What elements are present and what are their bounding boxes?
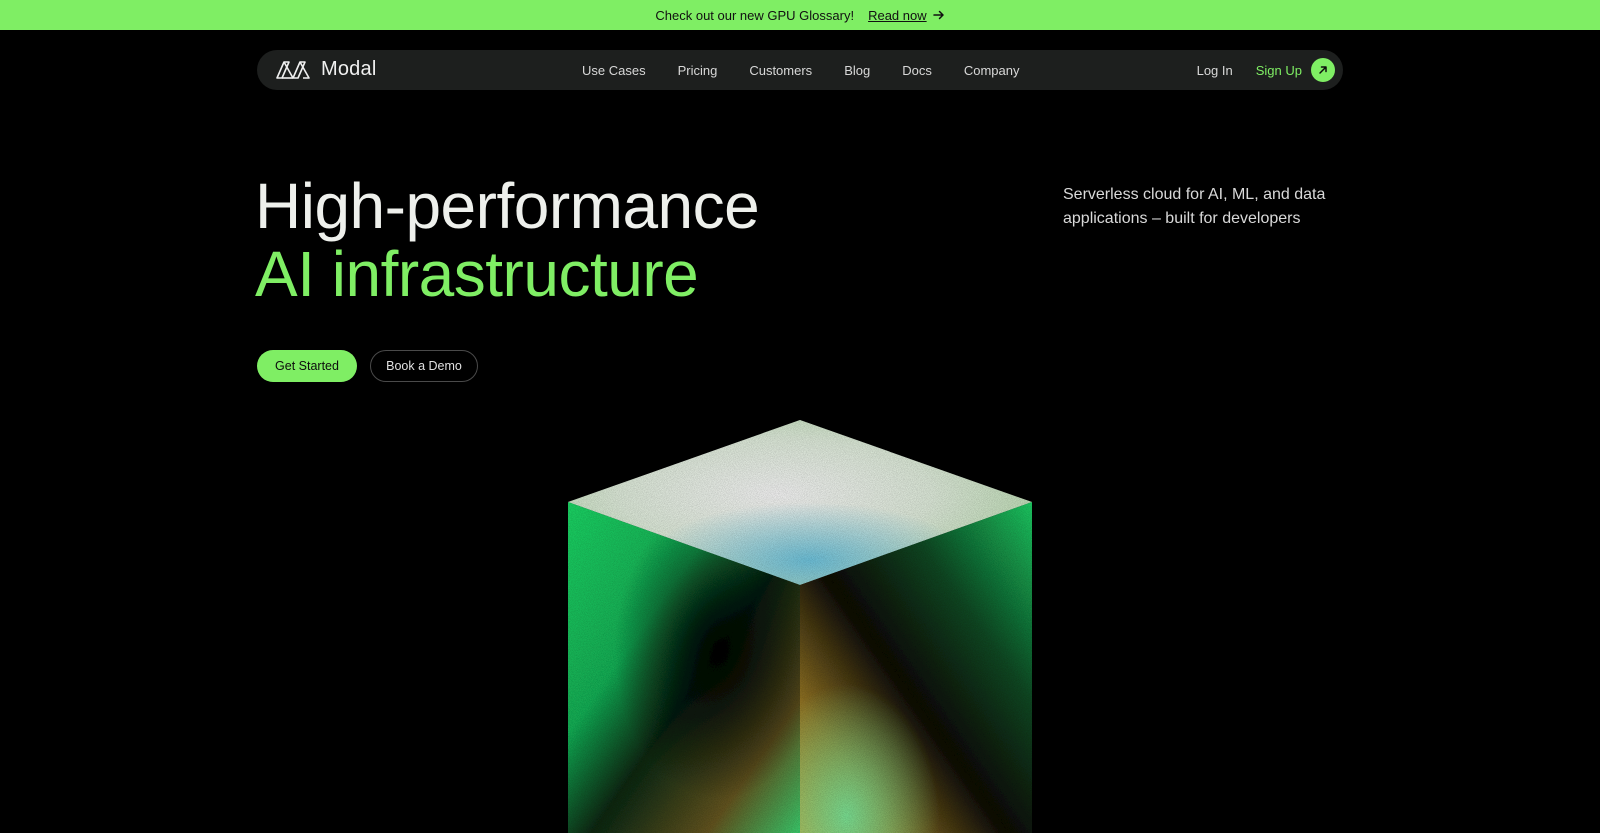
- logo-text: Modal: [321, 58, 377, 80]
- get-started-button[interactable]: Get Started: [257, 350, 357, 382]
- nav-link-company[interactable]: Company: [948, 63, 1036, 78]
- main-navbar: Modal Use Cases Pricing Customers Blog D…: [257, 50, 1343, 90]
- nav-links: Use Cases Pricing Customers Blog Docs Co…: [566, 50, 1035, 90]
- banner-read-now-link[interactable]: Read now: [868, 8, 945, 23]
- arrow-up-right-icon: [1319, 66, 1327, 74]
- nav-link-blog[interactable]: Blog: [828, 63, 886, 78]
- hero-tagline: Serverless cloud for AI, ML, and data ap…: [1063, 186, 1326, 227]
- nav-auth: Log In Sign Up: [1197, 50, 1335, 90]
- announcement-banner: Check out our new GPU Glossary! Read now: [0, 0, 1600, 30]
- hero-cube-illustration: [568, 420, 1032, 833]
- nav-link-docs[interactable]: Docs: [886, 63, 948, 78]
- modal-logo-icon: [276, 60, 310, 79]
- arrow-right-icon: [932, 10, 944, 20]
- nav-link-use-cases[interactable]: Use Cases: [566, 63, 662, 78]
- signup-button[interactable]: Sign Up: [1256, 58, 1335, 82]
- nav-link-pricing[interactable]: Pricing: [662, 63, 734, 78]
- banner-link-label: Read now: [868, 7, 927, 23]
- login-link[interactable]: Log In: [1197, 63, 1233, 78]
- hero-title: High-performance AI infrastructure: [255, 170, 760, 310]
- book-demo-button[interactable]: Book a Demo: [370, 350, 478, 382]
- hero-title-line2: AI infrastructure: [255, 238, 699, 310]
- nav-link-customers[interactable]: Customers: [733, 63, 828, 78]
- signup-icon-circle: [1311, 58, 1335, 82]
- logo-link[interactable]: Modal: [275, 58, 376, 81]
- banner-message: Check out our new GPU Glossary!: [655, 7, 855, 23]
- signup-label: Sign Up: [1255, 62, 1302, 78]
- hero-title-line1: High-performance: [255, 170, 760, 242]
